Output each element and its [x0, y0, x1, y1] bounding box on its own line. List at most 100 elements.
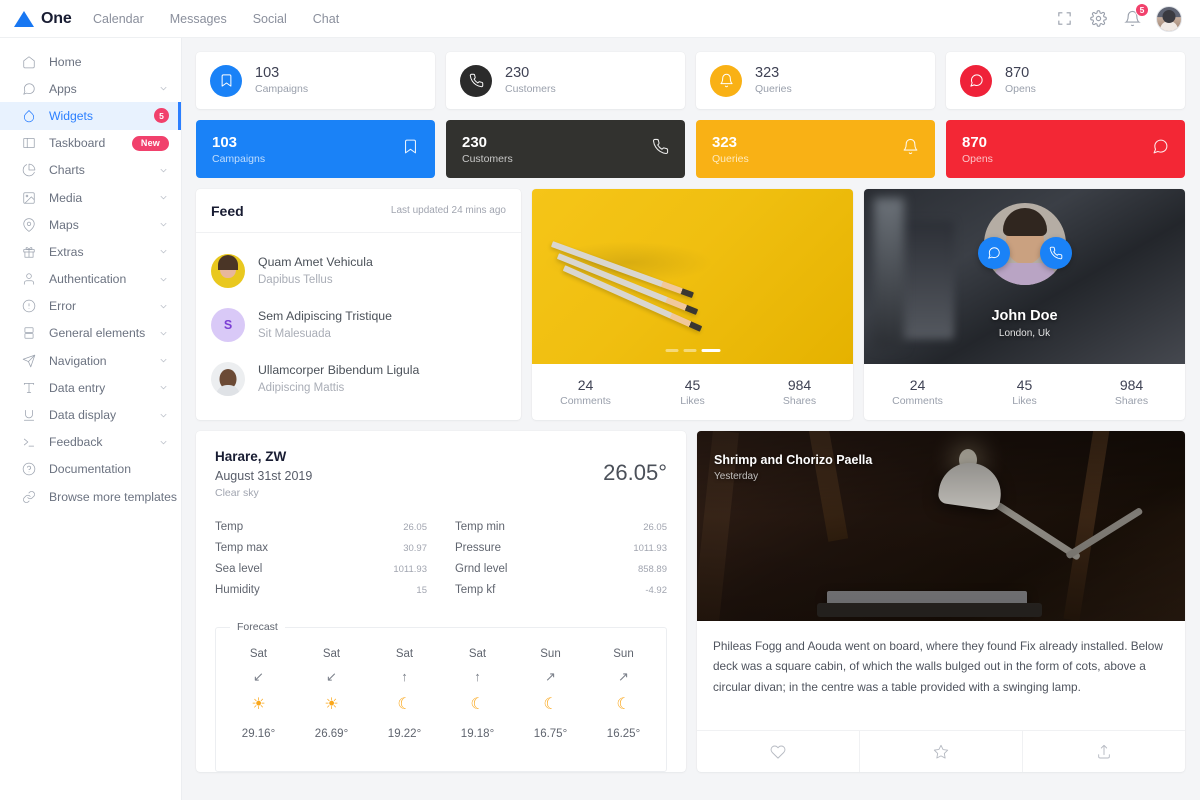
- metric-value: 26.05: [403, 522, 427, 533]
- solid-stat-card-campaigns[interactable]: 103 Campaigns: [196, 120, 435, 178]
- sidebar-item-feedback[interactable]: Feedback: [0, 429, 181, 456]
- stat-card-opens[interactable]: 870 Opens: [946, 52, 1185, 109]
- post-image-lamp: Shrimp and Chorizo Paella Yesterday: [697, 431, 1185, 621]
- solid-stat-card-customers[interactable]: 230 Customers: [446, 120, 685, 178]
- moon-icon: ☾: [368, 688, 441, 722]
- feed-item-name: Sem Adipiscing Tristique: [258, 307, 392, 326]
- sidebar-item-documentation[interactable]: Documentation: [0, 456, 181, 483]
- sidebar-item-apps[interactable]: Apps: [0, 75, 181, 102]
- forecast-day-label: Sat: [295, 644, 368, 666]
- metric-value: -4.92: [645, 585, 667, 596]
- metric-value: 1011.93: [633, 543, 667, 554]
- stat-value: 45: [971, 375, 1078, 395]
- forecast-temp: 16.25°: [587, 721, 660, 747]
- feed-title: Feed: [211, 203, 244, 219]
- carousel-dot[interactable]: [665, 349, 678, 352]
- heart-icon[interactable]: [697, 731, 859, 772]
- carousel-dots[interactable]: [665, 349, 720, 352]
- sidebar-item-home[interactable]: Home: [0, 48, 181, 75]
- chevron-down-icon: [158, 328, 169, 339]
- forecast-legend: Forecast: [230, 621, 285, 633]
- topnav-item-chat[interactable]: Chat: [300, 12, 352, 26]
- media-stat-likes: 45 Likes: [639, 375, 746, 409]
- sidebar-item-label: Home: [49, 55, 169, 69]
- sidebar-item-charts[interactable]: Charts: [0, 157, 181, 184]
- gear-icon[interactable]: [1088, 9, 1108, 29]
- stat-label: Opens: [962, 153, 993, 167]
- sidebar-item-label: Navigation: [49, 354, 158, 368]
- message-circle-icon[interactable]: [978, 237, 1010, 269]
- sidebar-item-label: Authentication: [49, 272, 158, 286]
- forecast-row: Sat ↙ ☀ 29.16° Sat ↙ ☀ 26.69° Sat ↑: [222, 644, 660, 748]
- metric-key: Sea level: [215, 563, 262, 575]
- stat-label: Queries: [755, 83, 792, 97]
- sidebar-item-navigation[interactable]: Navigation: [0, 347, 181, 374]
- top-header-bar: One Calendar Messages Social Chat 5: [0, 0, 1200, 38]
- stat-card-queries[interactable]: 323 Queries: [696, 52, 935, 109]
- forecast-temp: 16.75°: [514, 721, 587, 747]
- stat-value: 984: [1078, 375, 1185, 395]
- sidebar-item-browse-more-templates[interactable]: Browse more templates: [0, 483, 181, 510]
- sidebar-item-media[interactable]: Media: [0, 184, 181, 211]
- star-icon[interactable]: [859, 731, 1022, 772]
- weather-description: Clear sky: [215, 485, 312, 503]
- avatar: [211, 362, 245, 396]
- sidebar-item-taskboard[interactable]: Taskboard New: [0, 130, 181, 157]
- bell-icon[interactable]: 5: [1122, 9, 1142, 29]
- bookmark-icon: [402, 138, 419, 160]
- stat-value: 103: [255, 64, 308, 84]
- sidebar-item-data-display[interactable]: Data display: [0, 401, 181, 428]
- sidebar-item-data-entry[interactable]: Data entry: [0, 374, 181, 401]
- middle-widgets-row: Feed Last updated 24 mins ago Quam Amet …: [196, 189, 1185, 420]
- sidebar-item-maps[interactable]: Maps: [0, 211, 181, 238]
- profile-stat-comments: 24 Comments: [864, 375, 971, 409]
- sidebar-item-error[interactable]: Error: [0, 293, 181, 320]
- metric-key: Humidity: [215, 584, 260, 596]
- wind-arrow-icon: ↙: [222, 666, 295, 688]
- send-icon: [20, 352, 37, 369]
- brand-name: One: [41, 10, 72, 28]
- stat-value: 24: [532, 375, 639, 395]
- sidebar-item-authentication[interactable]: Authentication: [0, 266, 181, 293]
- sidebar-item-label: Widgets: [49, 109, 154, 123]
- sidebar-item-widgets[interactable]: Widgets 5: [0, 102, 181, 129]
- post-body-text: Phileas Fogg and Aouda went on board, wh…: [697, 621, 1185, 711]
- carousel-dot[interactable]: [683, 349, 696, 352]
- chevron-down-icon: [158, 301, 169, 312]
- brand-logo[interactable]: One: [0, 10, 76, 28]
- user-avatar[interactable]: [1156, 6, 1182, 32]
- solid-stat-card-opens[interactable]: 870 Opens: [946, 120, 1185, 178]
- sidebar-item-extras[interactable]: Extras: [0, 238, 181, 265]
- feed-item-subtitle: Adipiscing Mattis: [258, 380, 419, 398]
- stat-label: Likes: [971, 395, 1078, 409]
- metric-key: Grnd level: [455, 563, 507, 575]
- phone-call-icon[interactable]: [1040, 237, 1072, 269]
- list-item[interactable]: Ullamcorper Bibendum Ligula Adipiscing M…: [211, 352, 506, 406]
- forecast-day: Sat ↑ ☾ 19.18°: [441, 644, 514, 748]
- forecast-day-label: Sat: [368, 644, 441, 666]
- share-icon[interactable]: [1022, 731, 1185, 772]
- list-item[interactable]: S Sem Adipiscing Tristique Sit Malesuada: [211, 298, 506, 352]
- post-title: Shrimp and Chorizo Paella: [714, 453, 872, 467]
- forecast-temp: 29.16°: [222, 721, 295, 747]
- stat-cards-solid-row: 103 Campaigns 230 Customers 323 Queries …: [196, 120, 1185, 178]
- topnav-item-messages[interactable]: Messages: [157, 12, 240, 26]
- stat-card-campaigns[interactable]: 103 Campaigns: [196, 52, 435, 109]
- fullscreen-icon[interactable]: [1054, 9, 1074, 29]
- solid-stat-card-queries[interactable]: 323 Queries: [696, 120, 935, 178]
- metric-key: Temp: [215, 521, 243, 533]
- main-content: 103 Campaigns 230 Customers 323 Queries: [182, 38, 1200, 800]
- weather-metric: Pressure 1011.93: [455, 542, 667, 563]
- sidebar-item-general-elements[interactable]: General elements: [0, 320, 181, 347]
- stat-card-customers[interactable]: 230 Customers: [446, 52, 685, 109]
- list-item[interactable]: Quam Amet Vehicula Dapibus Tellus: [211, 244, 506, 298]
- profile-cover-image: John Doe London, Uk: [864, 189, 1185, 364]
- topnav-item-calendar[interactable]: Calendar: [80, 12, 157, 26]
- topnav-item-social[interactable]: Social: [240, 12, 300, 26]
- weather-card: Harare, ZW August 31st 2019 Clear sky 26…: [196, 431, 686, 772]
- forecast-temp: 19.18°: [441, 721, 514, 747]
- carousel-dot-active[interactable]: [701, 349, 720, 352]
- stat-value: 323: [712, 132, 749, 153]
- stat-label: Queries: [712, 153, 749, 167]
- sidebar-badge-count: 5: [154, 108, 169, 123]
